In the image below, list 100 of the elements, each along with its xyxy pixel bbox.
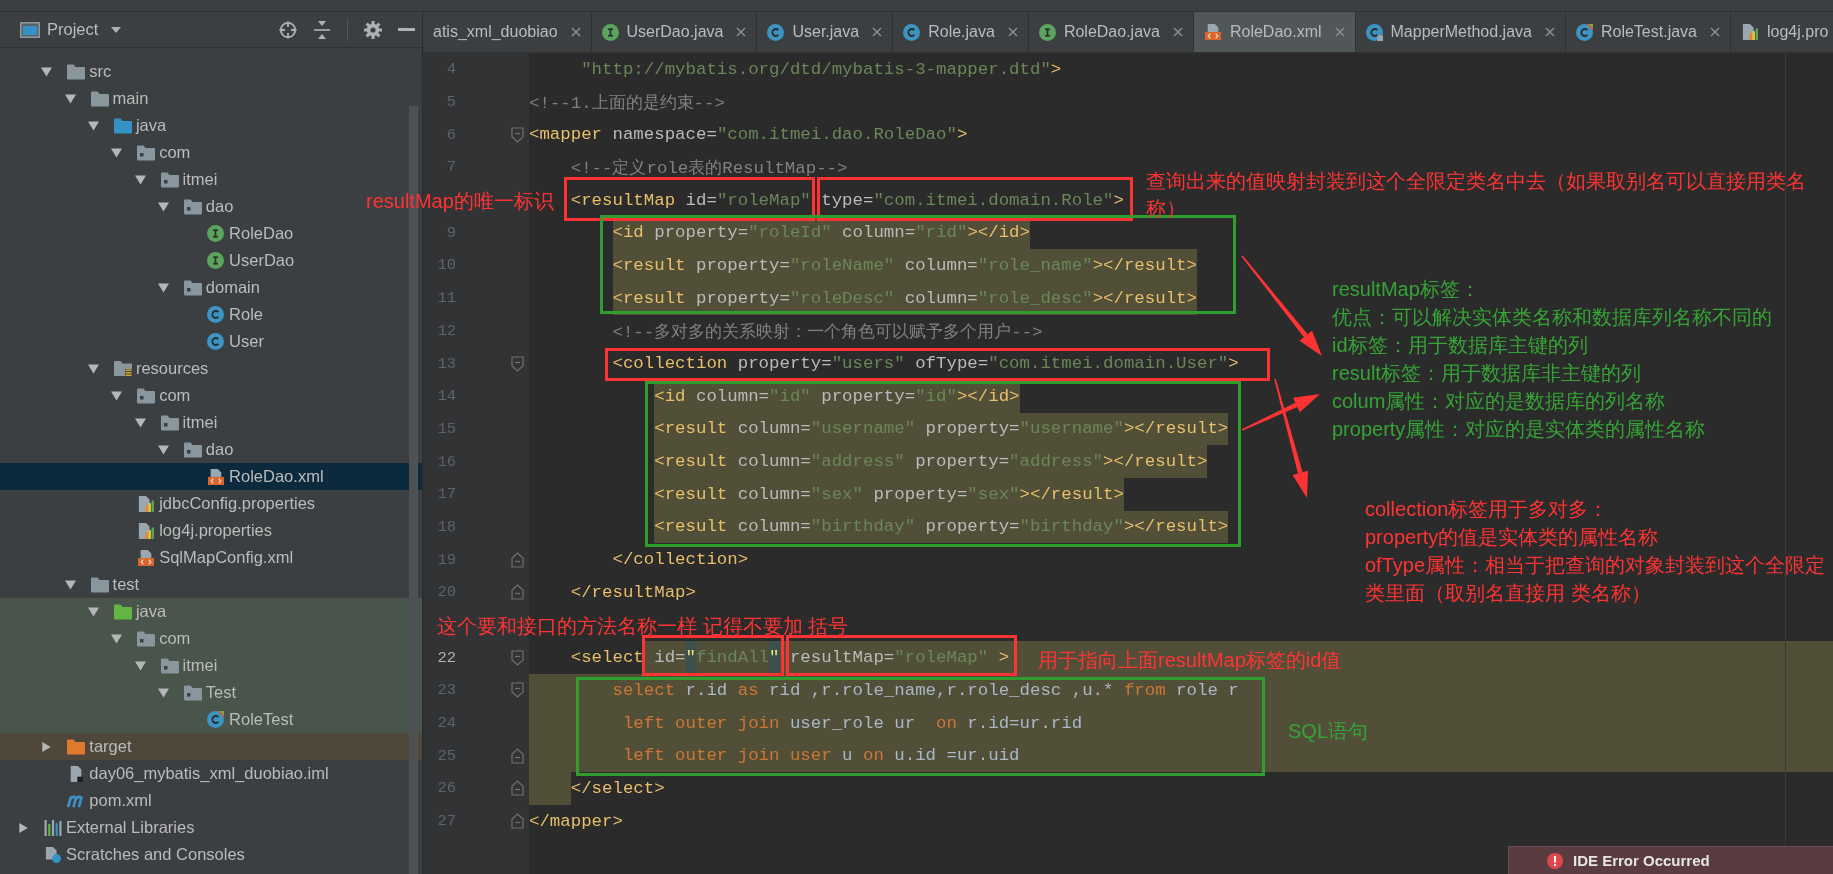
expanded-arrow-icon[interactable] [41,66,53,77]
expanded-arrow-icon[interactable] [157,444,169,455]
annotation-text: ofType属性：相当于把查询的对象封装到这个全限定类里面（取别名直接用 类名称） [1365,553,1827,606]
notification-text: IDE Error Occurred [1573,852,1710,869]
settings-icon[interactable] [364,20,382,39]
interface-icon [601,23,619,41]
expanded-arrow-icon[interactable] [64,579,76,590]
expanded-arrow-icon[interactable] [157,201,169,212]
tree-item[interactable]: test [0,571,146,598]
tree-item[interactable]: UserDao [0,247,301,274]
editor-tab[interactable]: UserDao.java [591,12,758,52]
scratch-file-icon [44,846,62,863]
fold-icon[interactable] [511,126,524,143]
code-line: left outer join user u on u.id =ur.uid [622,745,1020,768]
fold-icon[interactable] [511,813,524,830]
fold-icon[interactable] [511,682,524,699]
close-icon[interactable] [1007,27,1018,37]
annotation-text: colum属性：对应的是数据库的列名称 [1332,389,1666,414]
expanded-arrow-icon[interactable] [87,120,99,131]
fold-icon[interactable] [511,551,524,568]
annotation-text: 用于指向上面resultMap标签的id值 [1038,648,1342,673]
expanded-arrow-icon[interactable] [134,417,146,428]
editor-tab[interactable]: Role.java [893,12,1029,52]
package-icon [183,279,202,296]
tree-item[interactable]: SqlMapConfig.xml [0,544,300,571]
tree-item[interactable]: java [0,598,422,625]
close-icon[interactable] [1710,27,1720,37]
code-line: <!--1.上面的是约束--> [529,93,725,116]
close-icon[interactable] [1334,27,1345,37]
tree-item[interactable]: com [0,382,197,409]
tree-item[interactable]: itmei [0,409,224,436]
collapsed-arrow-icon[interactable] [41,741,53,752]
tree-item[interactable]: External Libraries [0,814,201,841]
folder-icon [90,90,109,107]
fold-icon[interactable] [511,584,524,601]
editor-tab[interactable]: RoleDao.xml [1193,12,1356,52]
annotation-text: resultMap标签： [1332,277,1480,302]
view-dropdown[interactable]: Project [20,20,122,39]
tree-item[interactable]: Scratches and Consoles [0,841,251,868]
package-icon [183,684,202,701]
close-icon[interactable] [736,27,747,37]
package-icon [137,144,156,161]
tree-item[interactable]: User [0,328,270,355]
class-icon [903,23,921,41]
editor-tab[interactable]: log4j.pro [1731,12,1833,52]
close-icon[interactable] [570,27,581,37]
tree-item[interactable]: log4j.properties [0,517,278,544]
tree-item[interactable]: java [0,112,173,139]
tree-item[interactable]: itmei [0,652,422,679]
tree-item[interactable]: com [0,625,422,652]
crosshair-icon[interactable] [279,20,297,39]
annotation-text: 这个要和接口的方法名称一样 记得不要加 括号 [437,614,849,639]
editor-tab[interactable]: MapperMethod.java [1355,12,1566,52]
annotation-text: 查询出来的值映射封装到这个全限定类名中去（如果取别名可以直接用类名称） [1146,169,1807,221]
tree-item[interactable]: resources [0,355,215,382]
tree-item[interactable]: dao [0,193,240,220]
editor-tab[interactable]: atis_xml_duobiao [423,12,592,52]
error-notification[interactable]: IDE Error Occurred [1508,846,1833,874]
close-icon[interactable] [1544,27,1555,37]
tree-item[interactable]: main [0,85,155,112]
expanded-arrow-icon[interactable] [157,282,169,293]
fold-icon[interactable] [511,355,524,372]
expanded-arrow-icon[interactable] [134,660,146,671]
fold-icon[interactable] [511,747,524,764]
code-line: <select id="findAll" resultMap="roleMap" > [570,641,1010,675]
expanded-arrow-icon[interactable] [111,147,123,158]
close-icon[interactable] [872,27,883,37]
folder-icon [67,738,86,755]
expanded-arrow-icon[interactable] [64,93,76,104]
tree-item[interactable]: RoleDao [0,220,300,247]
editor-tab[interactable]: User.java [757,12,894,52]
tree-item[interactable]: target [0,733,422,760]
tree-item[interactable]: RoleTest [0,706,422,733]
editor-tab[interactable]: RoleTest.java [1565,12,1731,52]
collapsed-arrow-icon[interactable] [18,822,29,833]
expanded-arrow-icon[interactable] [111,633,123,644]
code-line: <!--多对多的关系映射：一个角色可以赋予多个用户--> [612,321,1043,344]
expanded-arrow-icon[interactable] [134,174,146,185]
expanded-arrow-icon[interactable] [111,390,123,401]
editor-tab[interactable]: RoleDao.java [1028,12,1194,52]
folder-icon [113,603,132,620]
error-icon [1547,852,1563,869]
tree-item[interactable]: com [0,139,197,166]
fold-icon[interactable] [511,649,524,666]
expanded-arrow-icon[interactable] [87,363,99,374]
tree-item[interactable]: domain [0,274,266,301]
expanded-arrow-icon[interactable] [157,687,169,698]
close-icon[interactable] [1172,27,1183,37]
tree-item[interactable]: day06_mybatis_xml_duobiao.iml [0,760,335,787]
tree-item[interactable]: dao [0,436,240,463]
tree-item[interactable]: jdbcConfig.properties [0,490,322,517]
collapse-all-icon[interactable] [313,20,331,39]
tree-item[interactable]: RoleDao.xml [0,463,422,490]
tree-item[interactable]: itmei [0,166,224,193]
tree-item[interactable]: Role [0,301,270,328]
tree-item[interactable]: pom.xml [0,787,158,814]
fold-icon[interactable] [511,780,524,797]
expanded-arrow-icon[interactable] [87,606,99,617]
tree-item[interactable]: src [0,58,118,85]
tree-item[interactable]: Test [0,679,422,706]
